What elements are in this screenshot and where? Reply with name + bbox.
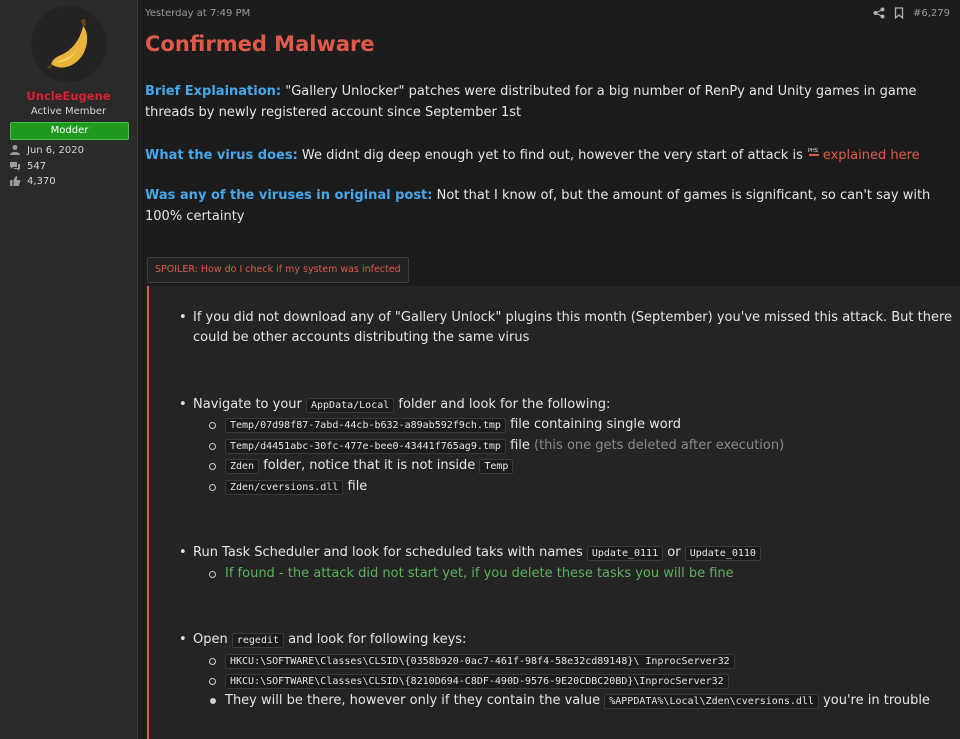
bookmark-icon[interactable] [894, 7, 904, 19]
original-label: Was any of the viruses in original post: [145, 188, 433, 203]
reaction-count: 4,370 [27, 175, 56, 187]
virus-label: What the virus does: [145, 148, 298, 163]
update0111-code: Update_0111 [586, 546, 664, 561]
user-badge: Modder [10, 122, 129, 140]
explained-here-link[interactable]: explained here [823, 148, 920, 163]
virus-text: We didnt dig deep enough yet to find out… [297, 148, 803, 163]
spoiler-button[interactable]: SPOILER: How do I check if my system was… [147, 257, 409, 283]
tmp1-code: Temp/07d98f87-7abd-44cb-b632-a89ab592f9c… [225, 418, 506, 433]
post-date[interactable]: Yesterday at 7:49 PM [145, 8, 250, 19]
sub-list-item: HKCU:\SOFTWARE\Classes\CLSID\{0358b920-0… [209, 651, 735, 672]
list-item: • Run Task Scheduler and look for schedul… [179, 543, 953, 564]
share-icon[interactable] [873, 7, 885, 19]
user-avatar[interactable] [31, 6, 107, 82]
svg-text:PHS: PHS [808, 148, 818, 154]
user-title: Active Member [30, 106, 107, 117]
site-favicon-icon: PHS [807, 144, 821, 156]
list-item: • If you did not download any of "Galler… [179, 310, 953, 345]
update0110-code: Update_0110 [684, 546, 761, 561]
user-icon [10, 145, 20, 155]
list-item: • Navigate to your AppData/Local folder a… [179, 397, 611, 413]
post-actions: #6,279 [873, 7, 950, 19]
messages-stat: 547 [9, 159, 46, 173]
reactions-stat: 4,370 [9, 174, 56, 188]
sub-list-item: Temp/07d98f87-7abd-44cb-b632-a89ab592f9c… [209, 415, 682, 436]
tmp2-code: Temp/d4451abc-30fc-477e-bee0-43441f765ag… [225, 439, 506, 454]
item2-pre: Navigate to your [193, 397, 306, 412]
registry-key-2: HKCU:\SOFTWARE\Classes\CLSID\{8210D694-C… [225, 674, 729, 689]
user-panel: UncleEugene Active Member Modder Jun 6, … [0, 0, 138, 739]
item2-post: folder and look for the following: [394, 397, 611, 412]
forum-post: UncleEugene Active Member Modder Jun 6, … [0, 0, 960, 739]
item1-text: If you did not download any of "Gallery … [193, 310, 953, 345]
temp-code: Temp [479, 459, 514, 474]
thumbs-up-icon [10, 176, 21, 186]
item3-pre: Run Task Scheduler and look for schedule… [193, 545, 587, 560]
sub-list-item: Zden folder, notice that it is not insid… [209, 456, 514, 477]
list-item: • Open regedit and look for following key… [179, 632, 467, 648]
key3-post: you're in trouble [818, 693, 930, 708]
sub3-text: folder, notice that it is not inside [259, 458, 480, 473]
dll-code: Zden/cversions.dll [225, 480, 344, 495]
virus-paragraph: What the virus does: We didnt dig deep e… [145, 144, 957, 166]
post-body: Yesterday at 7:49 PM #6,279 Confirmed Ma… [138, 0, 960, 739]
item4-pre: Open [193, 632, 232, 647]
brief-paragraph: Brief Explaination: "Gallery Unlocker" p… [145, 81, 957, 123]
post-number[interactable]: #6,279 [913, 8, 950, 19]
item3-sub: If found - the attack did not start yet,… [225, 566, 734, 581]
sub1-text: file containing single word [505, 417, 682, 432]
appdata-dll-code: %APPDATA%\Local\Zden\cversions.dll [604, 694, 819, 709]
sub2-text: file [505, 438, 535, 453]
post-title: Confirmed Malware [145, 32, 375, 56]
message-count: 547 [27, 160, 47, 172]
original-paragraph: Was any of the viruses in original post:… [145, 185, 957, 227]
sub-list-item: Temp/d4451abc-30fc-477e-bee0-43441f765ag… [209, 436, 785, 457]
join-date: Jun 6, 2020 [27, 144, 84, 156]
registry-key-1: HKCU:\SOFTWARE\Classes\CLSID\{0358b920-0… [225, 654, 735, 669]
spoiler-content: • If you did not download any of "Galler… [147, 286, 960, 739]
appdata-code: AppData/Local [306, 398, 395, 413]
banana-avatar-icon [47, 19, 88, 69]
item4-post: and look for following keys: [284, 632, 467, 647]
sub-list-item: HKCU:\SOFTWARE\Classes\CLSID\{8210D694-C… [209, 671, 729, 692]
brief-label: Brief Explaination: [145, 84, 282, 99]
sub-list-item: If found - the attack did not start yet,… [209, 564, 734, 584]
key3-pre: They will be there, however only if they… [225, 693, 605, 708]
comments-icon [10, 162, 20, 171]
item3-mid: or [663, 545, 685, 560]
regedit-code: regedit [231, 633, 285, 648]
sub2-note: (this one gets deleted after execution) [534, 438, 785, 453]
sub4-text: file [343, 479, 368, 494]
username[interactable]: UncleEugene [0, 89, 137, 103]
sub-list-item: They will be there, however only if they… [210, 691, 930, 712]
join-date-stat: Jun 6, 2020 [9, 143, 84, 157]
zden-code: Zden [225, 459, 260, 474]
sub-list-item: Zden/cversions.dll file [209, 477, 368, 498]
